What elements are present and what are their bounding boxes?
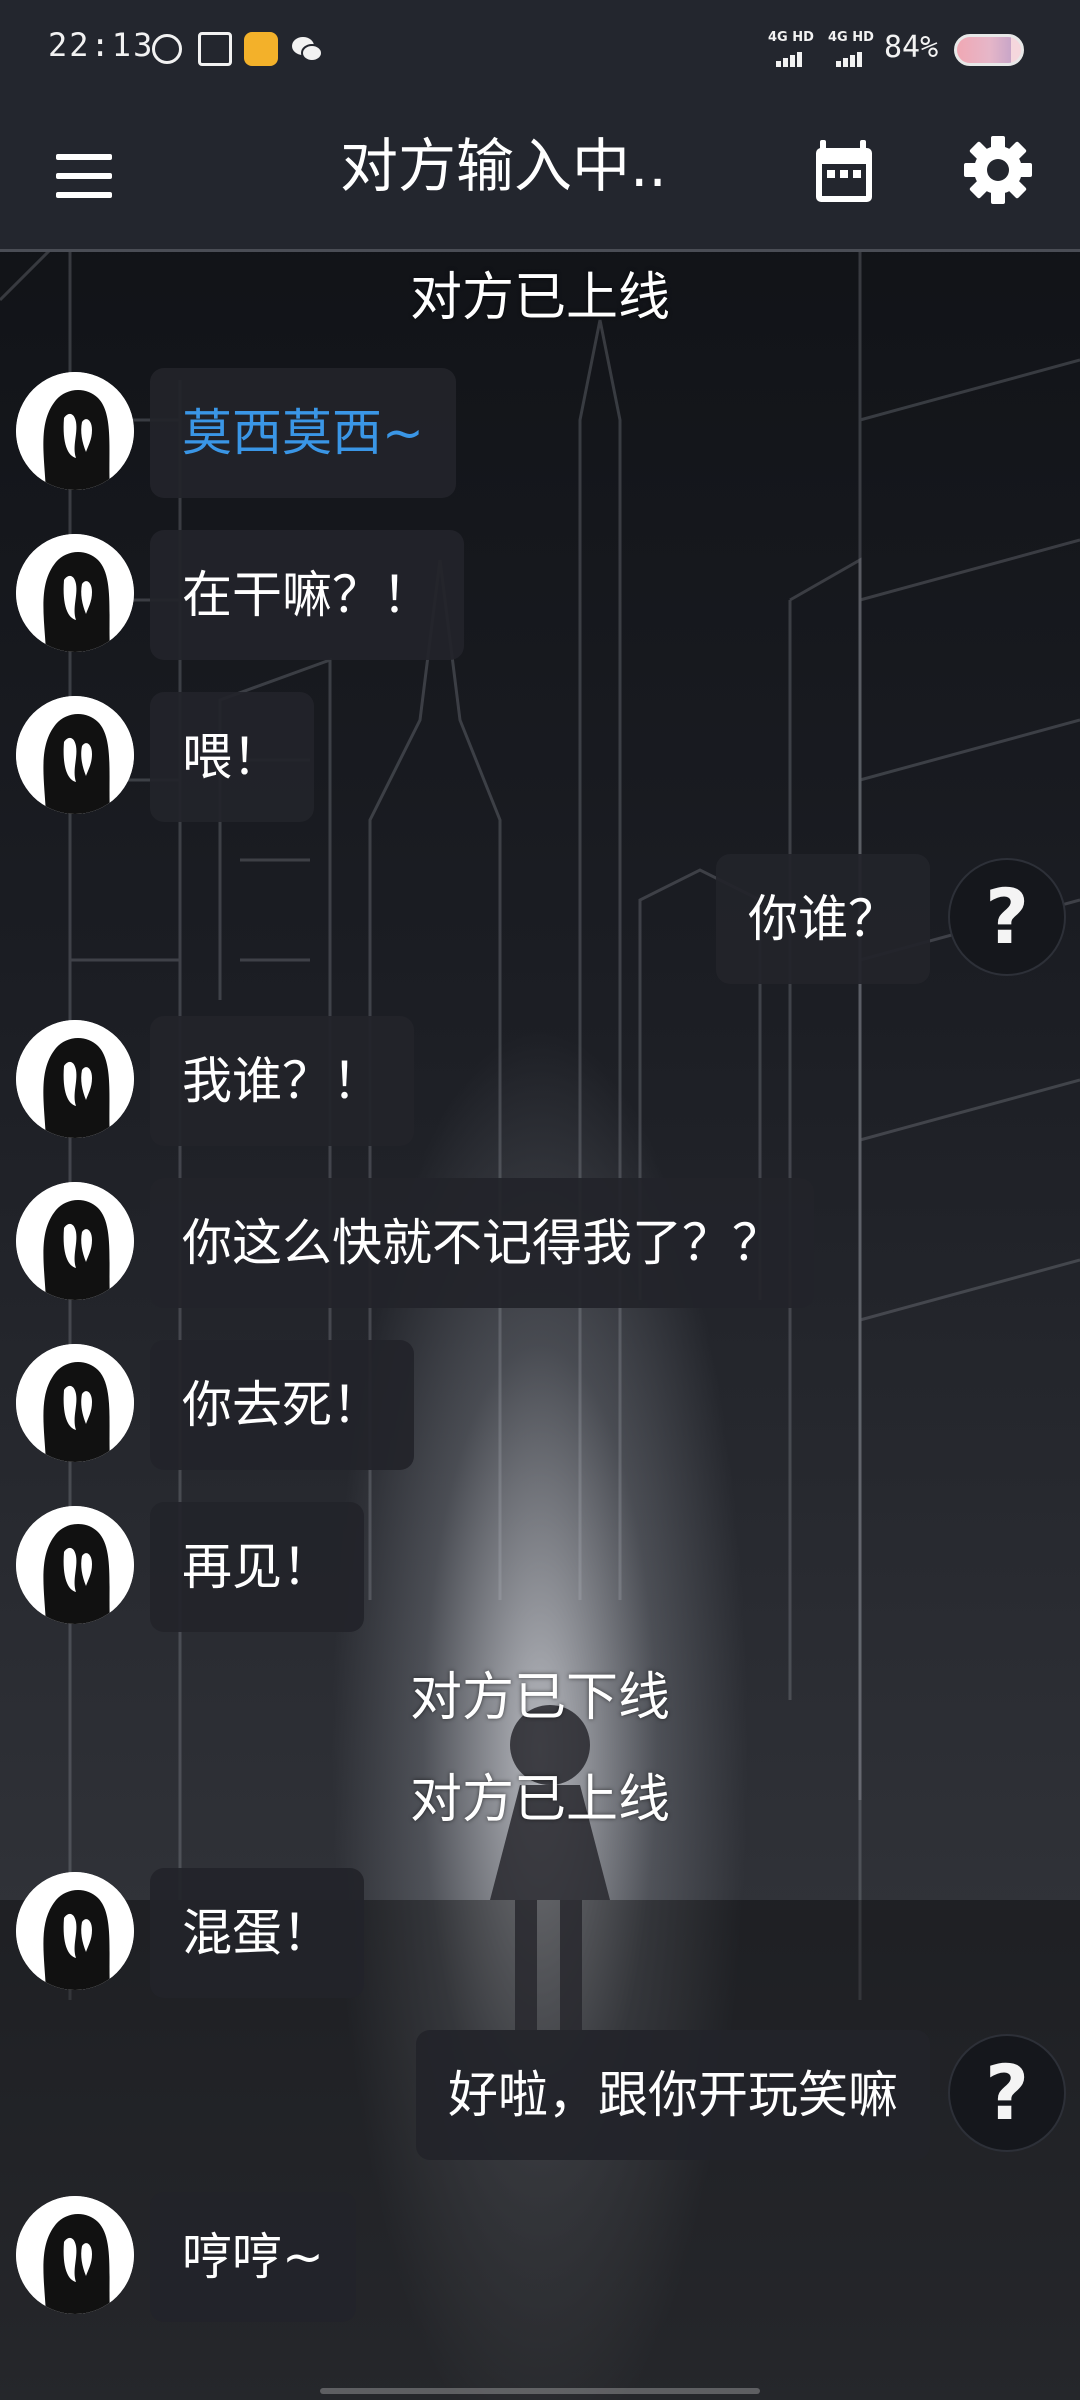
- user-avatar[interactable]: ?: [948, 2034, 1066, 2152]
- contact-avatar[interactable]: [16, 696, 134, 814]
- girl-avatar-icon: [16, 372, 134, 490]
- header-title: 对方输入中..: [340, 132, 667, 200]
- user-avatar[interactable]: ?: [948, 858, 1066, 976]
- message-row: ? 好啦，跟你开玩笑嘛: [0, 2030, 1080, 2162]
- wechat-icon: [290, 32, 324, 66]
- message-row: 你这么快就不记得我了？？: [0, 1178, 1080, 1310]
- network-indicators: 4G HD 4G HD: [762, 30, 882, 70]
- message-bubble[interactable]: 你谁？: [716, 854, 930, 984]
- message-row: 混蛋！: [0, 1868, 1080, 2000]
- girl-avatar-icon: [16, 1506, 134, 1624]
- app-header: 对方输入中..: [0, 96, 1080, 252]
- message-row: 你去死！: [0, 1340, 1080, 1472]
- calendar-icon[interactable]: [810, 136, 882, 208]
- message-row: 再见！: [0, 1502, 1080, 1634]
- message-row: 哼哼~: [0, 2192, 1080, 2324]
- message-bubble[interactable]: 好啦，跟你开玩笑嘛: [416, 2030, 930, 2160]
- message-bubble[interactable]: 你这么快就不记得我了？？: [150, 1178, 814, 1308]
- contact-avatar[interactable]: [16, 2196, 134, 2314]
- gift-icon: [198, 32, 232, 66]
- girl-avatar-icon: [16, 696, 134, 814]
- battery-icon: [954, 34, 1024, 66]
- message-row: 莫西莫西~: [0, 368, 1080, 500]
- k-app-icon: [152, 34, 182, 64]
- message-bubble[interactable]: 我谁？！: [150, 1016, 414, 1146]
- contact-avatar[interactable]: [16, 1872, 134, 1990]
- system-notice: 对方已下线: [409, 1668, 670, 1728]
- message-row: 我谁？！: [0, 1016, 1080, 1148]
- message-bubble[interactable]: 你去死！: [150, 1340, 414, 1470]
- status-bar: 22:13 4G HD 4G HD 84%: [0, 0, 1080, 96]
- girl-avatar-icon: [16, 1344, 134, 1462]
- message-row: 喂！: [0, 692, 1080, 824]
- message-bubble[interactable]: 莫西莫西~: [150, 368, 456, 498]
- girl-avatar-icon: [16, 1020, 134, 1138]
- message-row: 在干嘛？！: [0, 530, 1080, 662]
- contact-avatar[interactable]: [16, 1182, 134, 1300]
- hamburger-menu-icon[interactable]: [48, 140, 120, 212]
- message-bubble[interactable]: 哼哼~: [150, 2192, 356, 2322]
- girl-avatar-icon: [16, 534, 134, 652]
- status-time: 22:13: [48, 26, 155, 64]
- message-bubble[interactable]: 混蛋！: [150, 1868, 364, 1998]
- chat-area[interactable]: 对方已上线 莫西莫西~ 在干嘛？！ 喂！ ? 你谁？ 我谁？！ 你这么快就不记得…: [0, 252, 1080, 2400]
- system-notice: 对方已上线: [409, 268, 670, 328]
- question-mark-icon: ?: [984, 872, 1030, 961]
- home-indicator[interactable]: [320, 2388, 760, 2394]
- network-label-2: 4G HD: [828, 30, 874, 45]
- girl-avatar-icon: [16, 2196, 134, 2314]
- weibo-icon: [244, 32, 278, 66]
- message-bubble[interactable]: 喂！: [150, 692, 314, 822]
- message-bubble[interactable]: 在干嘛？！: [150, 530, 464, 660]
- message-bubble[interactable]: 再见！: [150, 1502, 364, 1632]
- contact-avatar[interactable]: [16, 1506, 134, 1624]
- girl-avatar-icon: [16, 1182, 134, 1300]
- question-mark-icon: ?: [984, 2048, 1030, 2137]
- signal-bars-icon: [836, 48, 864, 67]
- contact-avatar[interactable]: [16, 1020, 134, 1138]
- contact-avatar[interactable]: [16, 372, 134, 490]
- gear-icon[interactable]: [960, 132, 1036, 208]
- contact-avatar[interactable]: [16, 1344, 134, 1462]
- girl-avatar-icon: [16, 1872, 134, 1990]
- screen: 22:13 4G HD 4G HD 84% 对方输入中.. 对方已上线 莫西莫西…: [0, 0, 1080, 2400]
- battery-level-fill: [957, 37, 1011, 63]
- battery-percentage: 84%: [884, 30, 939, 65]
- network-label-1: 4G HD: [768, 30, 814, 45]
- message-row: ? 你谁？: [0, 854, 1080, 986]
- system-notice: 对方已上线: [409, 1770, 670, 1830]
- contact-avatar[interactable]: [16, 534, 134, 652]
- signal-bars-icon: [776, 48, 804, 67]
